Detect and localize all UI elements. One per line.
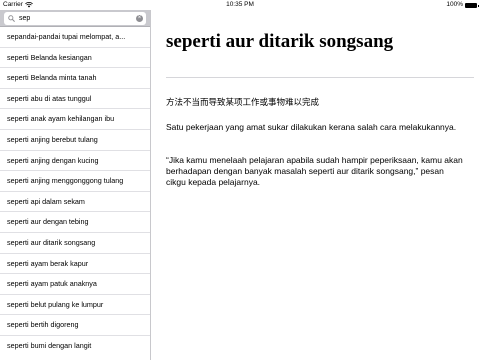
status-bar: Carrier 10:35 PM 100%	[0, 0, 480, 10]
list-item[interactable]: seperti Belanda kesiangan	[0, 48, 150, 69]
idiom-list: sepandai-pandai tupai melompat, a... sep…	[0, 27, 150, 357]
sidebar: × sepandai-pandai tupai melompat, a... s…	[0, 10, 151, 360]
list-item[interactable]: seperti bertih digoreng	[0, 315, 150, 336]
detail-pane: seperti aur ditarik songsang 方法不当而导致某项工作…	[152, 10, 480, 360]
search-bar: ×	[0, 10, 150, 27]
malay-meaning: Satu pekerjaan yang amat sukar dilakukan…	[166, 122, 457, 132]
list-item[interactable]: seperti anjing berebut tulang	[0, 130, 150, 151]
battery-percent: 100%	[446, 1, 463, 8]
clear-icon[interactable]: ×	[136, 15, 143, 22]
list-item[interactable]: sepandai-pandai tupai melompat, a...	[0, 27, 150, 48]
list-item[interactable]: seperti Belanda minta tanah	[0, 68, 150, 89]
list-item[interactable]: seperti abu di atas tunggul	[0, 89, 150, 110]
search-box[interactable]: ×	[4, 12, 146, 25]
list-item[interactable]: seperti aur ditarik songsang	[0, 233, 150, 254]
list-item[interactable]: seperti ayam patuk anaknya	[0, 274, 150, 295]
list-item[interactable]: seperti api dalam sekam	[0, 192, 150, 213]
list-item[interactable]: seperti belut pulang ke lumpur	[0, 295, 150, 316]
status-time: 10:35 PM	[226, 1, 254, 8]
list-item[interactable]: seperti aur dengan tebing	[0, 212, 150, 233]
list-item[interactable]: seperti ayam berak kapur	[0, 254, 150, 275]
example-sentence: “Jika kamu menelaah pelajaran apabila su…	[166, 155, 463, 187]
divider	[166, 77, 474, 78]
idiom-title: seperti aur ditarik songsang	[166, 31, 394, 52]
list-item[interactable]: seperti anak ayam kehilangan ibu	[0, 109, 150, 130]
chinese-meaning: 方法不当而导致某项工作或事物难以完成	[166, 97, 320, 107]
battery-icon	[465, 2, 479, 8]
list-item[interactable]: seperti anjing menggonggong tulang	[0, 171, 150, 192]
list-item[interactable]: seperti anjing dengan kucing	[0, 151, 150, 172]
list-item[interactable]: seperti bumi dengan langit	[0, 336, 150, 357]
status-right: 100%	[446, 0, 479, 10]
search-input[interactable]	[4, 12, 146, 25]
search-icon	[8, 15, 15, 22]
